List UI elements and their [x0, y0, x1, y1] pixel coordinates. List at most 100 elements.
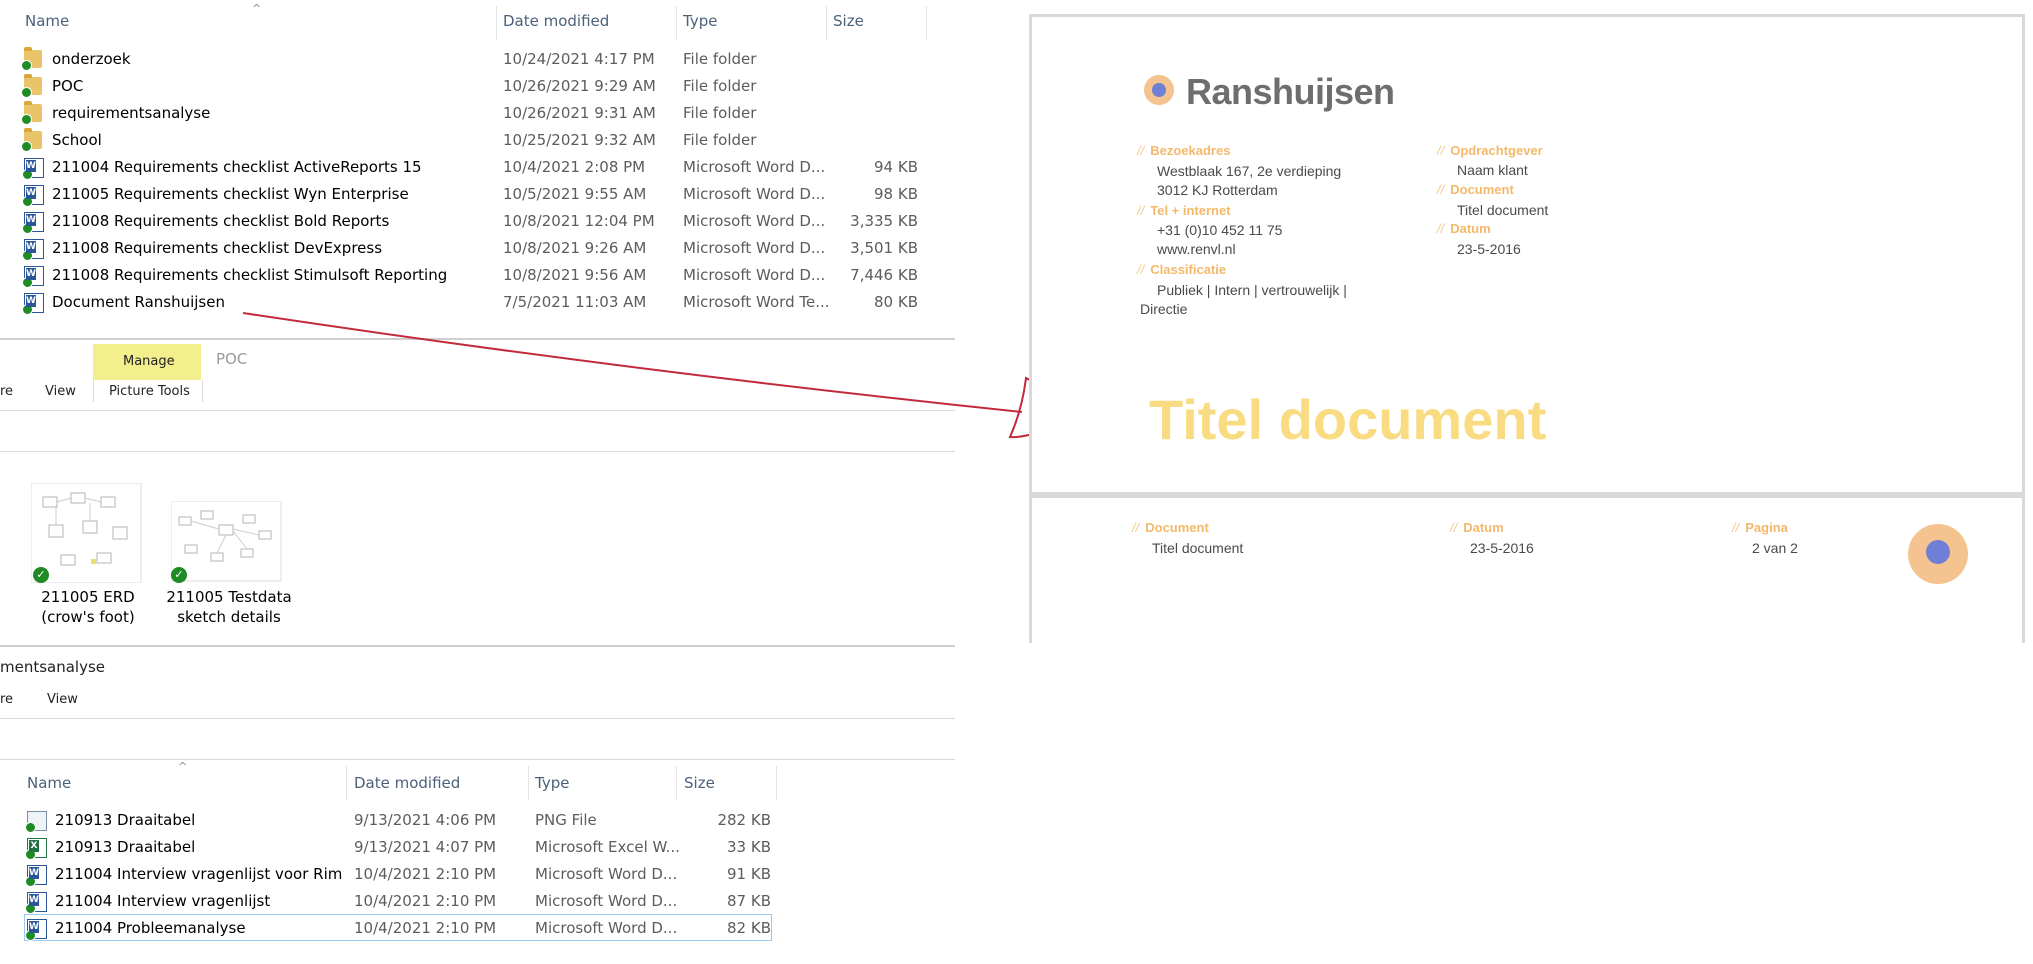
- sync-status-icon: [22, 250, 33, 261]
- address-bar-border: [0, 451, 955, 452]
- label-bezoekadres: //Bezoekadres: [1137, 143, 1231, 158]
- sort-ascending-icon: ^: [178, 760, 188, 773]
- column-divider[interactable]: [776, 766, 777, 800]
- thumbnail-label-line1: 211005 Testdata: [166, 588, 292, 606]
- ribbon-bottom-border: [0, 410, 955, 411]
- address-bar-border: [0, 759, 955, 760]
- word-document-icon: [22, 266, 44, 288]
- sync-status-icon: [22, 169, 33, 180]
- window-title: mentsanalyse: [0, 658, 106, 676]
- sync-status-icon: [25, 903, 36, 914]
- column-divider[interactable]: [346, 766, 347, 800]
- footer-document-value: Titel document: [1152, 540, 1244, 556]
- column-divider[interactable]: [496, 6, 497, 40]
- column-divider[interactable]: [528, 766, 529, 800]
- thumbnail-label-line2: sketch details: [177, 608, 281, 626]
- ribbon-tab-manage[interactable]: Manage: [123, 354, 175, 369]
- classificatie-line1: Publiek | Intern | vertrouwelijk |: [1157, 282, 1347, 298]
- folder-icon: [21, 47, 42, 71]
- sync-status-icon: [22, 304, 33, 315]
- word-document-icon: [22, 239, 44, 261]
- sync-status-icon: [21, 87, 32, 98]
- bezoekadres-line2: 3012 KJ Rotterdam: [1157, 182, 1278, 198]
- footer-label-document: //Document: [1132, 520, 1209, 535]
- column-header-date[interactable]: Date modified: [354, 774, 460, 792]
- document-value: Titel document: [1457, 202, 1549, 218]
- folder-icon: [21, 74, 42, 98]
- column-header-type[interactable]: Type: [535, 774, 569, 792]
- column-header-size[interactable]: Size: [833, 12, 864, 30]
- sort-ascending-icon: ^: [252, 2, 262, 15]
- sync-status-icon: [25, 822, 36, 833]
- footer-logo-mark-icon: [1908, 524, 1968, 584]
- document-big-title: Titel document: [1149, 388, 1547, 451]
- footer-label-datum: //Datum: [1450, 520, 1504, 535]
- label-datum: //Datum: [1437, 221, 1491, 236]
- arrow-shaft: [242, 312, 1023, 413]
- datum-value: 23-5-2016: [1457, 241, 1521, 257]
- thumbnail-item[interactable]: ✓ 211005 Testdata sketch details: [163, 483, 293, 633]
- sync-status-icon: [21, 114, 32, 125]
- sync-status-icon: [25, 876, 36, 887]
- column-header-name[interactable]: Name: [25, 12, 69, 30]
- ribbon-tab-share[interactable]: re: [0, 692, 13, 707]
- sync-status-icon: [22, 277, 33, 288]
- classificatie-line2: Directie: [1140, 301, 1188, 317]
- word-document-icon: [25, 919, 47, 941]
- column-divider[interactable]: [826, 6, 827, 40]
- ribbon-bottom-border: [0, 718, 955, 719]
- document-preview-footer: //Document Titel document //Datum 23-5-2…: [1029, 495, 2025, 643]
- column-header-date[interactable]: Date modified: [503, 12, 609, 30]
- label-classificatie: //Classificatie: [1137, 262, 1227, 277]
- column-divider[interactable]: [676, 766, 677, 800]
- pane-divider: [0, 338, 955, 340]
- opdrachtgever-value: Naam klant: [1457, 162, 1528, 178]
- sync-status-icon: [22, 196, 33, 207]
- tel-line1: +31 (0)10 452 11 75: [1157, 222, 1283, 238]
- word-template-icon: [22, 293, 44, 315]
- word-document-icon: [25, 892, 47, 914]
- sync-status-icon: [22, 223, 33, 234]
- label-opdrachtgever: //Opdrachtgever: [1437, 143, 1543, 158]
- label-document: //Document: [1437, 182, 1514, 197]
- sync-status-icon: [25, 849, 36, 860]
- logo-mark-icon: [1144, 75, 1174, 105]
- excel-workbook-icon: [25, 838, 47, 860]
- document-preview-page: Ranshuijsen //Bezoekadres Westblaak 167,…: [1029, 14, 2025, 495]
- word-document-icon: [22, 212, 44, 234]
- column-header-size[interactable]: Size: [684, 774, 715, 792]
- ribbon-tab-view[interactable]: View: [47, 692, 78, 707]
- ribbon-tab-view[interactable]: View: [45, 384, 76, 399]
- word-document-icon: [25, 865, 47, 887]
- column-header-name[interactable]: Name: [27, 774, 71, 792]
- word-document-icon: [22, 158, 44, 180]
- window-title: POC: [216, 350, 248, 368]
- word-document-icon: [22, 185, 44, 207]
- column-divider[interactable]: [676, 6, 677, 40]
- thumbnail-label-line1: 211005 ERD: [41, 588, 135, 606]
- ribbon-tab-picture-tools[interactable]: Picture Tools: [109, 384, 190, 399]
- diagram-thumbnail-icon: [31, 483, 142, 583]
- pane-divider: [0, 645, 955, 647]
- sync-ok-icon: ✓: [33, 567, 49, 583]
- ribbon-tab-share[interactable]: re: [0, 384, 13, 399]
- sync-status-icon: [21, 141, 32, 152]
- ranshuijsen-logo: Ranshuijsen: [1144, 71, 1444, 117]
- thumbnail-item[interactable]: ✓ 211005 ERD (crow's foot): [24, 483, 144, 633]
- tel-line2: www.renvl.nl: [1157, 241, 1236, 257]
- bezoekadres-line1: Westblaak 167, 2e verdieping: [1157, 163, 1342, 179]
- logo-text: Ranshuijsen: [1186, 71, 1395, 112]
- folder-icon: [21, 101, 42, 125]
- folder-icon: [21, 128, 42, 152]
- footer-pagina-value: 2 van 2: [1752, 540, 1798, 556]
- column-divider[interactable]: [926, 6, 927, 40]
- thumbnail-label-line2: (crow's foot): [41, 608, 135, 626]
- label-tel-internet: //Tel + internet: [1137, 203, 1231, 218]
- image-file-icon: [25, 811, 47, 833]
- sync-ok-icon: ✓: [171, 567, 187, 583]
- sync-status-icon: [25, 930, 36, 941]
- column-header-type[interactable]: Type: [683, 12, 717, 30]
- footer-label-pagina: //Pagina: [1732, 520, 1788, 535]
- footer-datum-value: 23-5-2016: [1470, 540, 1534, 556]
- diagram-thumbnail-icon: [171, 501, 282, 582]
